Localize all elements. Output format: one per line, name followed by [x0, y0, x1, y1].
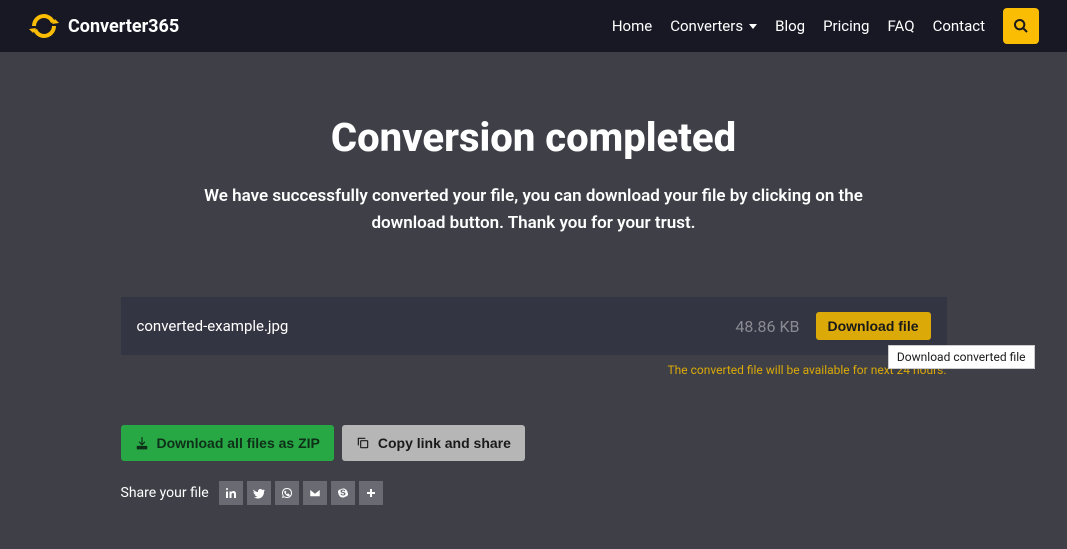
copy-icon — [356, 436, 370, 450]
file-right: 48.86 KB Download file — [735, 312, 930, 340]
actions-row: Download all files as ZIP Copy link and … — [121, 425, 947, 461]
search-button[interactable] — [1003, 8, 1039, 44]
logo-text: Converter365 — [68, 16, 179, 37]
skype-icon[interactable] — [331, 481, 355, 505]
nav-home[interactable]: Home — [612, 17, 652, 35]
whatsapp-icon[interactable] — [275, 481, 299, 505]
zip-button-label: Download all files as ZIP — [157, 435, 320, 451]
nav-converters[interactable]: Converters — [670, 17, 757, 35]
file-name: converted-example.jpg — [137, 317, 289, 335]
header: Converter365 Home Converters Blog Pricin… — [0, 0, 1067, 52]
copy-button-label: Copy link and share — [378, 435, 511, 451]
copy-link-button[interactable]: Copy link and share — [342, 425, 525, 461]
logo-icon — [28, 10, 60, 42]
nav: Home Converters Blog Pricing FAQ Contact — [612, 8, 1039, 44]
file-size: 48.86 KB — [735, 317, 799, 336]
email-icon[interactable] — [303, 481, 327, 505]
download-tooltip: Download converted file — [888, 345, 1035, 369]
download-file-button[interactable]: Download file — [816, 312, 931, 340]
nav-faq[interactable]: FAQ — [887, 17, 914, 35]
share-row: Share your file — [121, 481, 947, 505]
main-content: Conversion completed We have successfull… — [0, 52, 1067, 505]
nav-pricing[interactable]: Pricing — [823, 17, 869, 35]
download-zip-button[interactable]: Download all files as ZIP — [121, 425, 334, 461]
nav-converters-label: Converters — [670, 17, 743, 35]
logo[interactable]: Converter365 — [28, 10, 179, 42]
twitter-icon[interactable] — [247, 481, 271, 505]
download-icon — [135, 436, 149, 450]
file-row: converted-example.jpg 48.86 KB Download … — [121, 297, 947, 355]
nav-contact[interactable]: Contact — [933, 17, 985, 35]
linkedin-icon[interactable] — [219, 481, 243, 505]
share-icons — [219, 481, 383, 505]
chevron-down-icon — [749, 24, 757, 29]
page-subtitle: We have successfully converted your file… — [184, 183, 884, 237]
page-title: Conversion completed — [0, 114, 1067, 161]
share-label: Share your file — [121, 485, 209, 501]
nav-blog[interactable]: Blog — [775, 17, 805, 35]
more-icon[interactable] — [359, 481, 383, 505]
search-icon — [1013, 18, 1029, 34]
availability-note: The converted file will be available for… — [121, 363, 947, 377]
